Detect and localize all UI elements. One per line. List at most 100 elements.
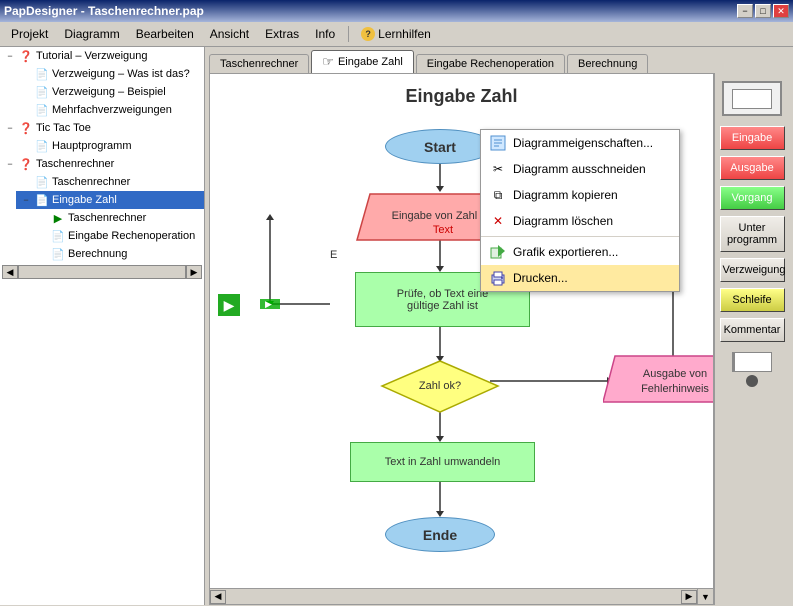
tab-eingabe-rechenop[interactable]: Eingabe Rechenoperation bbox=[416, 54, 565, 73]
sidebar-item-taschenrechner-root[interactable]: − ❓ Taschenrechner bbox=[0, 155, 204, 173]
ctx-label-3: Diagramm löschen bbox=[513, 214, 613, 228]
tr-icon: ❓ bbox=[18, 156, 34, 172]
verzweigung-button[interactable]: Verzweigung bbox=[720, 258, 785, 282]
sidebar-scroll-left[interactable]: ◀ bbox=[2, 265, 18, 279]
ausgabe-button[interactable]: Ausgabe bbox=[720, 156, 785, 180]
tab-taschenrechner[interactable]: Taschenrechner bbox=[209, 54, 309, 73]
sidebar-scroll: ◀ ▶ bbox=[0, 263, 204, 281]
bere-icon: 📄 bbox=[50, 246, 66, 262]
diagram-area: Eingabe Zahl bbox=[209, 73, 714, 605]
loop-indicator: ▶ bbox=[218, 294, 240, 316]
svg-text:Zahl ok?: Zahl ok? bbox=[419, 380, 461, 392]
tab-eingabe-zahl[interactable]: ☞ Eingabe Zahl bbox=[311, 50, 413, 73]
menu-extras[interactable]: Extras bbox=[258, 24, 306, 44]
sidebar-item-eingabe-rechenop[interactable]: 📄 Eingabe Rechenoperation bbox=[32, 227, 204, 245]
sidebar-item-was-ist-das[interactable]: 📄 Verzweigung – Was ist das? bbox=[16, 65, 204, 83]
scroll-right-btn[interactable]: ▶ bbox=[681, 590, 697, 604]
scroll-left-btn[interactable]: ◀ bbox=[210, 590, 226, 604]
ctx-drucken[interactable]: Drucken... bbox=[481, 265, 679, 291]
expand-mehrfach bbox=[18, 102, 34, 118]
sidebar-item-tictactoe[interactable]: − ❓ Tic Tac Toe bbox=[0, 119, 204, 137]
tutorial-icon: ❓ bbox=[18, 48, 34, 64]
ctx-label-5: Grafik exportieren... bbox=[513, 245, 618, 259]
loop-arrow-icon: ▶ bbox=[224, 297, 235, 314]
tabs-bar: Taschenrechner ☞ Eingabe Zahl Eingabe Re… bbox=[205, 47, 793, 73]
props-svg bbox=[490, 135, 506, 151]
sidebar-scroll-right[interactable]: ▶ bbox=[186, 265, 202, 279]
expand-ttt[interactable]: − bbox=[2, 120, 18, 136]
h-scrollbar-track[interactable] bbox=[226, 591, 681, 603]
sidebar-item-eingabe-zahl[interactable]: − 📄 Eingabe Zahl bbox=[16, 191, 204, 209]
flow-start[interactable]: Start bbox=[385, 129, 495, 164]
ctx-kopieren[interactable]: ⧉ Diagramm kopieren bbox=[481, 182, 679, 208]
content-area: Taschenrechner ☞ Eingabe Zahl Eingabe Re… bbox=[205, 47, 793, 605]
export-svg bbox=[490, 244, 506, 260]
e-label: E bbox=[330, 249, 337, 261]
vorgang-button[interactable]: Vorgang bbox=[720, 186, 785, 210]
bottom-scrollbar: ◀ ▶ ▼ bbox=[210, 588, 713, 604]
bsp-label: Verzweigung – Beispiel bbox=[50, 86, 166, 98]
sidebar-item-berechnung[interactable]: 📄 Berechnung bbox=[32, 245, 204, 263]
sidebar-item-mehrfach[interactable]: 📄 Mehrfachverzweigungen bbox=[16, 101, 204, 119]
expand-haupt bbox=[18, 138, 34, 154]
expand-tr2 bbox=[18, 174, 34, 190]
sidebar-item-hauptprogramm[interactable]: 📄 Hauptprogramm bbox=[16, 137, 204, 155]
ende-label: Ende bbox=[423, 527, 457, 543]
circle-shape bbox=[746, 375, 758, 387]
expand-was bbox=[18, 66, 34, 82]
ctx-loeschen[interactable]: ✕ Diagramm löschen bbox=[481, 208, 679, 234]
menu-info[interactable]: Info bbox=[308, 24, 342, 44]
flow-diamond[interactable]: Zahl ok? bbox=[380, 359, 500, 414]
ctx-diagramm-eigenschaften[interactable]: Diagrammeigenschaften... bbox=[481, 130, 679, 156]
comment-shape bbox=[732, 352, 772, 372]
ctx-grafik-exportieren[interactable]: Grafik exportieren... bbox=[481, 239, 679, 265]
menu-help[interactable]: ? Lernhilfen bbox=[355, 25, 437, 43]
ero-icon: 📄 bbox=[50, 228, 66, 244]
minimize-button[interactable]: − bbox=[737, 4, 753, 18]
sidebar-item-tutorial[interactable]: − ❓ Tutorial – Verzweigung bbox=[0, 47, 204, 65]
flow-umwandeln[interactable]: Text in Zahl umwandeln bbox=[350, 442, 535, 482]
flow-ausgabe[interactable]: Ausgabe von Fehlerhinweis bbox=[603, 354, 714, 404]
sidebar-scrollbar[interactable] bbox=[18, 265, 186, 279]
ttt-icon: ❓ bbox=[18, 120, 34, 136]
copy-icon: ⧉ bbox=[489, 186, 507, 204]
eingabe-button[interactable]: Eingabe bbox=[720, 126, 785, 150]
ctx-label-1: Diagramm ausschneiden bbox=[513, 162, 646, 176]
sidebar-item-taschenrechner[interactable]: 📄 Taschenrechner bbox=[16, 173, 204, 191]
maximize-button[interactable]: □ bbox=[755, 4, 771, 18]
svg-text:Text: Text bbox=[433, 224, 453, 236]
unterprogramm-button[interactable]: Unter programm bbox=[720, 216, 785, 252]
menu-diagramm[interactable]: Diagramm bbox=[57, 24, 126, 44]
bottom-shapes bbox=[732, 352, 772, 387]
sidebar-item-taschenrechner3[interactable]: ▶ Taschenrechner bbox=[32, 209, 204, 227]
menu-bearbeiten[interactable]: Bearbeiten bbox=[129, 24, 201, 44]
flow-ende[interactable]: Ende bbox=[385, 517, 495, 552]
context-menu: Diagrammeigenschaften... ✂ Diagramm auss… bbox=[480, 129, 680, 292]
ctx-separator bbox=[481, 236, 679, 237]
mehrfach-icon: 📄 bbox=[34, 102, 50, 118]
window-title: PapDesigner - Taschenrechner.pap bbox=[4, 4, 204, 18]
menu-ansicht[interactable]: Ansicht bbox=[203, 24, 256, 44]
menu-separator bbox=[348, 26, 349, 42]
tab-berechnung[interactable]: Berechnung bbox=[567, 54, 648, 73]
tr3-label: Taschenrechner bbox=[66, 212, 146, 224]
scroll-corner: ▼ bbox=[697, 589, 713, 605]
expand-bsp bbox=[18, 84, 34, 100]
bere-label: Berechnung bbox=[66, 248, 127, 260]
ez-label: Eingabe Zahl bbox=[50, 194, 117, 206]
ausgabe-svg: Ausgabe von Fehlerhinweis bbox=[603, 354, 714, 404]
expand-tutorial[interactable]: − bbox=[2, 48, 18, 64]
schleife-button[interactable]: Schleife bbox=[720, 288, 785, 312]
haupt-label: Hauptprogramm bbox=[50, 140, 131, 152]
close-button[interactable]: ✕ bbox=[773, 4, 789, 18]
tr2-label: Taschenrechner bbox=[50, 176, 130, 188]
expand-ez[interactable]: − bbox=[18, 192, 34, 208]
menu-projekt[interactable]: Projekt bbox=[4, 24, 55, 44]
print-svg bbox=[490, 270, 506, 286]
kommentar-button[interactable]: Kommentar bbox=[720, 318, 785, 342]
expand-tr[interactable]: − bbox=[2, 156, 18, 172]
ctx-ausschneiden[interactable]: ✂ Diagramm ausschneiden bbox=[481, 156, 679, 182]
tutorial-label: Tutorial – Verzweigung bbox=[34, 50, 148, 62]
sidebar-item-beispiel[interactable]: 📄 Verzweigung – Beispiel bbox=[16, 83, 204, 101]
tab-icon-hand: ☞ bbox=[322, 54, 334, 70]
